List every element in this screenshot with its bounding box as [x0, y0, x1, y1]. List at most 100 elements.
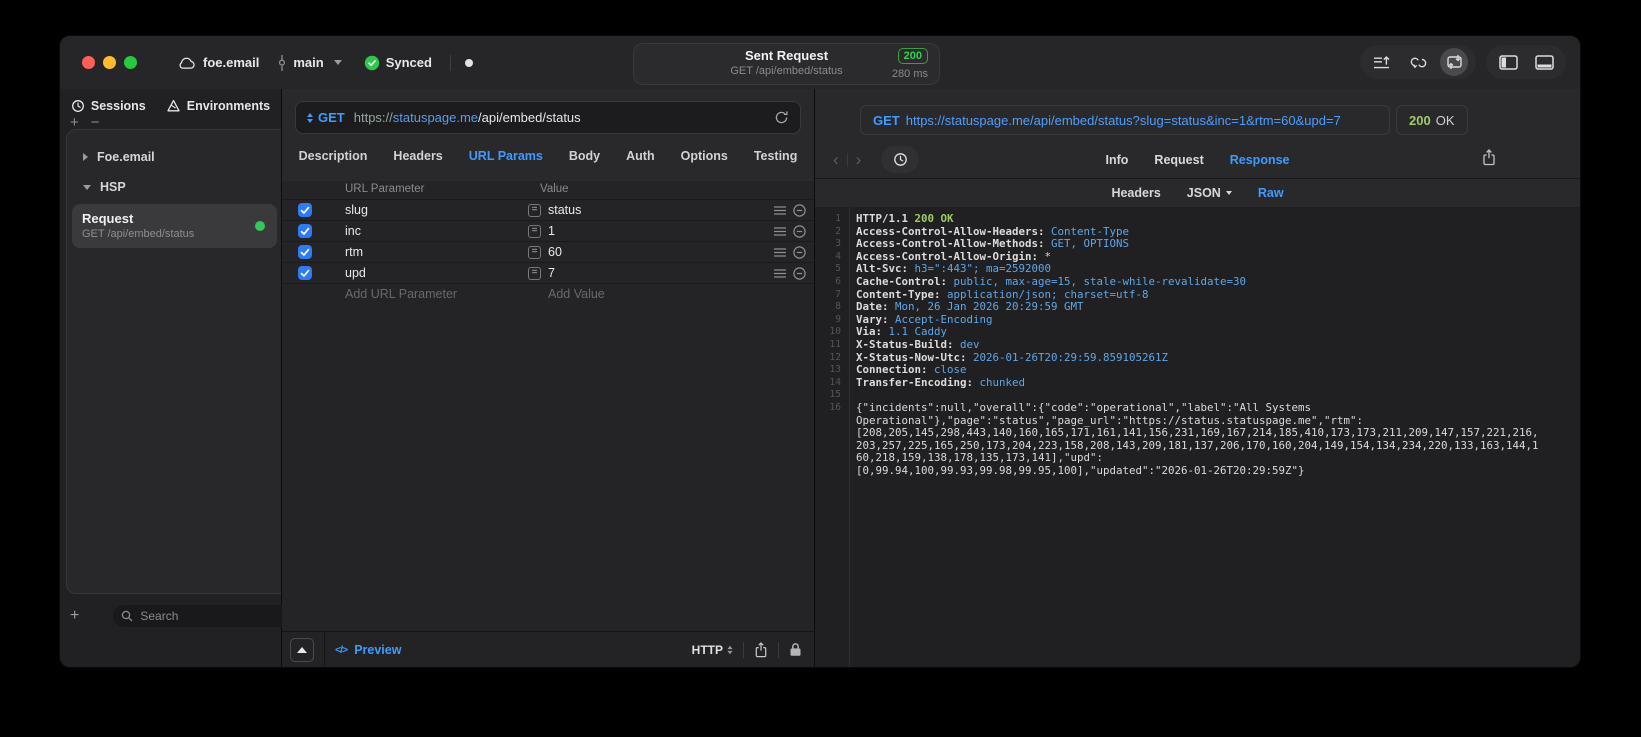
param-row[interactable]: inc 1 [282, 220, 814, 241]
add-url-parameter-placeholder[interactable]: Add URL Parameter [345, 287, 457, 301]
tab-sessions-label: Sessions [90, 99, 146, 113]
sync-loop-icon [1410, 57, 1426, 68]
remove-param-icon[interactable] [793, 224, 806, 238]
refresh-icon[interactable] [774, 110, 789, 125]
tab-environments[interactable]: Environments [166, 99, 270, 113]
remove-param-icon[interactable] [793, 245, 806, 259]
protocol-selector[interactable]: HTTP [692, 643, 733, 657]
param-value[interactable]: 7 [548, 266, 555, 280]
param-name[interactable]: inc [345, 224, 361, 238]
drag-handle-icon[interactable] [774, 226, 786, 236]
search-field[interactable] [113, 605, 306, 627]
tab-environments-label: Environments [186, 99, 271, 113]
method-stepper-icon[interactable] [307, 112, 313, 123]
lock-icon[interactable] [789, 642, 802, 657]
response-tab[interactable]: Request [1154, 153, 1203, 167]
active-request-summary[interactable]: Sent Request GET /api/embed/status 200 2… [633, 43, 940, 85]
response-subtab[interactable]: Headers [1111, 186, 1160, 200]
param-name[interactable]: rtm [345, 245, 363, 259]
share-icon[interactable] [754, 641, 768, 658]
response-status-button[interactable]: 200 OK [1396, 105, 1468, 135]
editor-tab-label: URL Params [468, 149, 543, 163]
drag-handle-icon[interactable] [774, 268, 786, 278]
remove-param-icon[interactable] [793, 266, 806, 280]
editor-tab-label: Auth [626, 149, 655, 163]
preview-button[interactable]: Preview [335, 643, 401, 657]
editor-tab[interactable]: Body [569, 149, 600, 163]
add-request-button[interactable]: + [70, 608, 79, 624]
add-value-placeholder[interactable]: Add Value [548, 287, 605, 301]
tree-group-hsp[interactable]: HSP [67, 172, 281, 202]
import-export-icon [1446, 55, 1462, 69]
toggle-left-sidebar-button[interactable] [1494, 48, 1522, 76]
toggle-console-button[interactable] [290, 637, 314, 662]
param-value[interactable]: 60 [548, 245, 562, 259]
response-panel: GET https://statuspage.me/api/embed/stat… [815, 89, 1580, 667]
add-param-row[interactable]: Add URL Parameter Add Value [282, 283, 814, 304]
sync-status[interactable]: Synced [364, 55, 432, 71]
remove-param-icon[interactable] [793, 203, 806, 217]
response-subtab[interactable]: Raw [1258, 186, 1284, 200]
fullscreen-window-button[interactable] [124, 56, 137, 69]
response-tab[interactable]: Response [1230, 153, 1290, 167]
param-row[interactable]: upd 7 [282, 262, 814, 283]
request-url-bar[interactable]: GET https://statuspage.me/api/embed/stat… [295, 101, 801, 134]
group-label: HSP [100, 180, 126, 194]
url-params-table: URL Parameter Value slug status [282, 181, 814, 632]
app-window: foe.email main Synced Sent Request GET /… [59, 35, 1581, 668]
check-icon [300, 269, 310, 277]
tree-group-foe-email[interactable]: Foe.email [67, 142, 281, 172]
close-window-button[interactable] [82, 56, 95, 69]
sidebar-add-remove: + − [70, 115, 100, 130]
request-item-title: Request [82, 211, 134, 226]
response-subtab[interactable]: JSON [1187, 186, 1232, 200]
param-value[interactable]: 1 [548, 224, 555, 238]
raw-response-code[interactable]: 1 HTTP/1.1 200 OK 2 Access-Control-Allow-He… [815, 207, 1580, 667]
preview-label: Preview [354, 642, 402, 657]
param-name[interactable]: slug [345, 203, 368, 217]
protocol-label: HTTP [691, 642, 723, 657]
editor-tab[interactable]: Headers [393, 149, 442, 163]
minimize-window-button[interactable] [103, 56, 116, 69]
titlebar-toolbar [1360, 45, 1566, 79]
column-url-parameter: URL Parameter [345, 183, 425, 195]
import-export-button[interactable] [1440, 48, 1468, 76]
editor-tab[interactable]: Testing [754, 149, 798, 163]
branch-name: main [293, 55, 324, 70]
param-name[interactable]: upd [345, 266, 366, 280]
search-input[interactable] [138, 608, 298, 624]
param-checkbox[interactable] [298, 203, 312, 217]
toggle-bottom-panel-button[interactable] [1530, 48, 1558, 76]
editor-tab[interactable]: Auth [626, 149, 654, 163]
triangle-up-icon [297, 646, 307, 653]
drag-handle-icon[interactable] [774, 205, 786, 215]
editor-tab[interactable]: URL Params [469, 149, 543, 163]
remove-session-button[interactable]: − [91, 115, 100, 130]
tab-sessions[interactable]: Sessions [71, 99, 146, 113]
git-branch-icon [279, 54, 286, 71]
param-checkbox[interactable] [298, 245, 312, 259]
request-list-item[interactable]: Request GET /api/embed/status [72, 204, 277, 248]
branch-selector[interactable]: main [277, 54, 342, 71]
request-list-export-button[interactable] [1368, 48, 1396, 76]
param-row[interactable]: rtm 60 [282, 241, 814, 262]
code-icon [335, 644, 347, 656]
success-indicator-dot [255, 221, 265, 231]
editor-tab[interactable]: Options [681, 149, 728, 163]
code-generation-button[interactable] [1404, 48, 1432, 76]
list-up-arrow-icon [1374, 55, 1390, 68]
param-checkbox[interactable] [298, 266, 312, 280]
editor-tab-label: Options [680, 149, 728, 163]
param-checkbox[interactable] [298, 224, 312, 238]
add-session-button[interactable]: + [70, 115, 79, 130]
value-type-icon [528, 266, 541, 280]
sent-request-url[interactable]: GET https://statuspage.me/api/embed/stat… [860, 105, 1390, 135]
response-tab-label: Request [1154, 152, 1204, 167]
export-response-icon[interactable] [1482, 149, 1496, 166]
project-switcher[interactable]: foe.email [177, 55, 259, 70]
param-value[interactable]: status [548, 203, 581, 217]
drag-handle-icon[interactable] [774, 247, 786, 257]
response-tab[interactable]: Info [1106, 153, 1129, 167]
param-row[interactable]: slug status [282, 199, 814, 220]
editor-tab[interactable]: Description [299, 149, 368, 163]
